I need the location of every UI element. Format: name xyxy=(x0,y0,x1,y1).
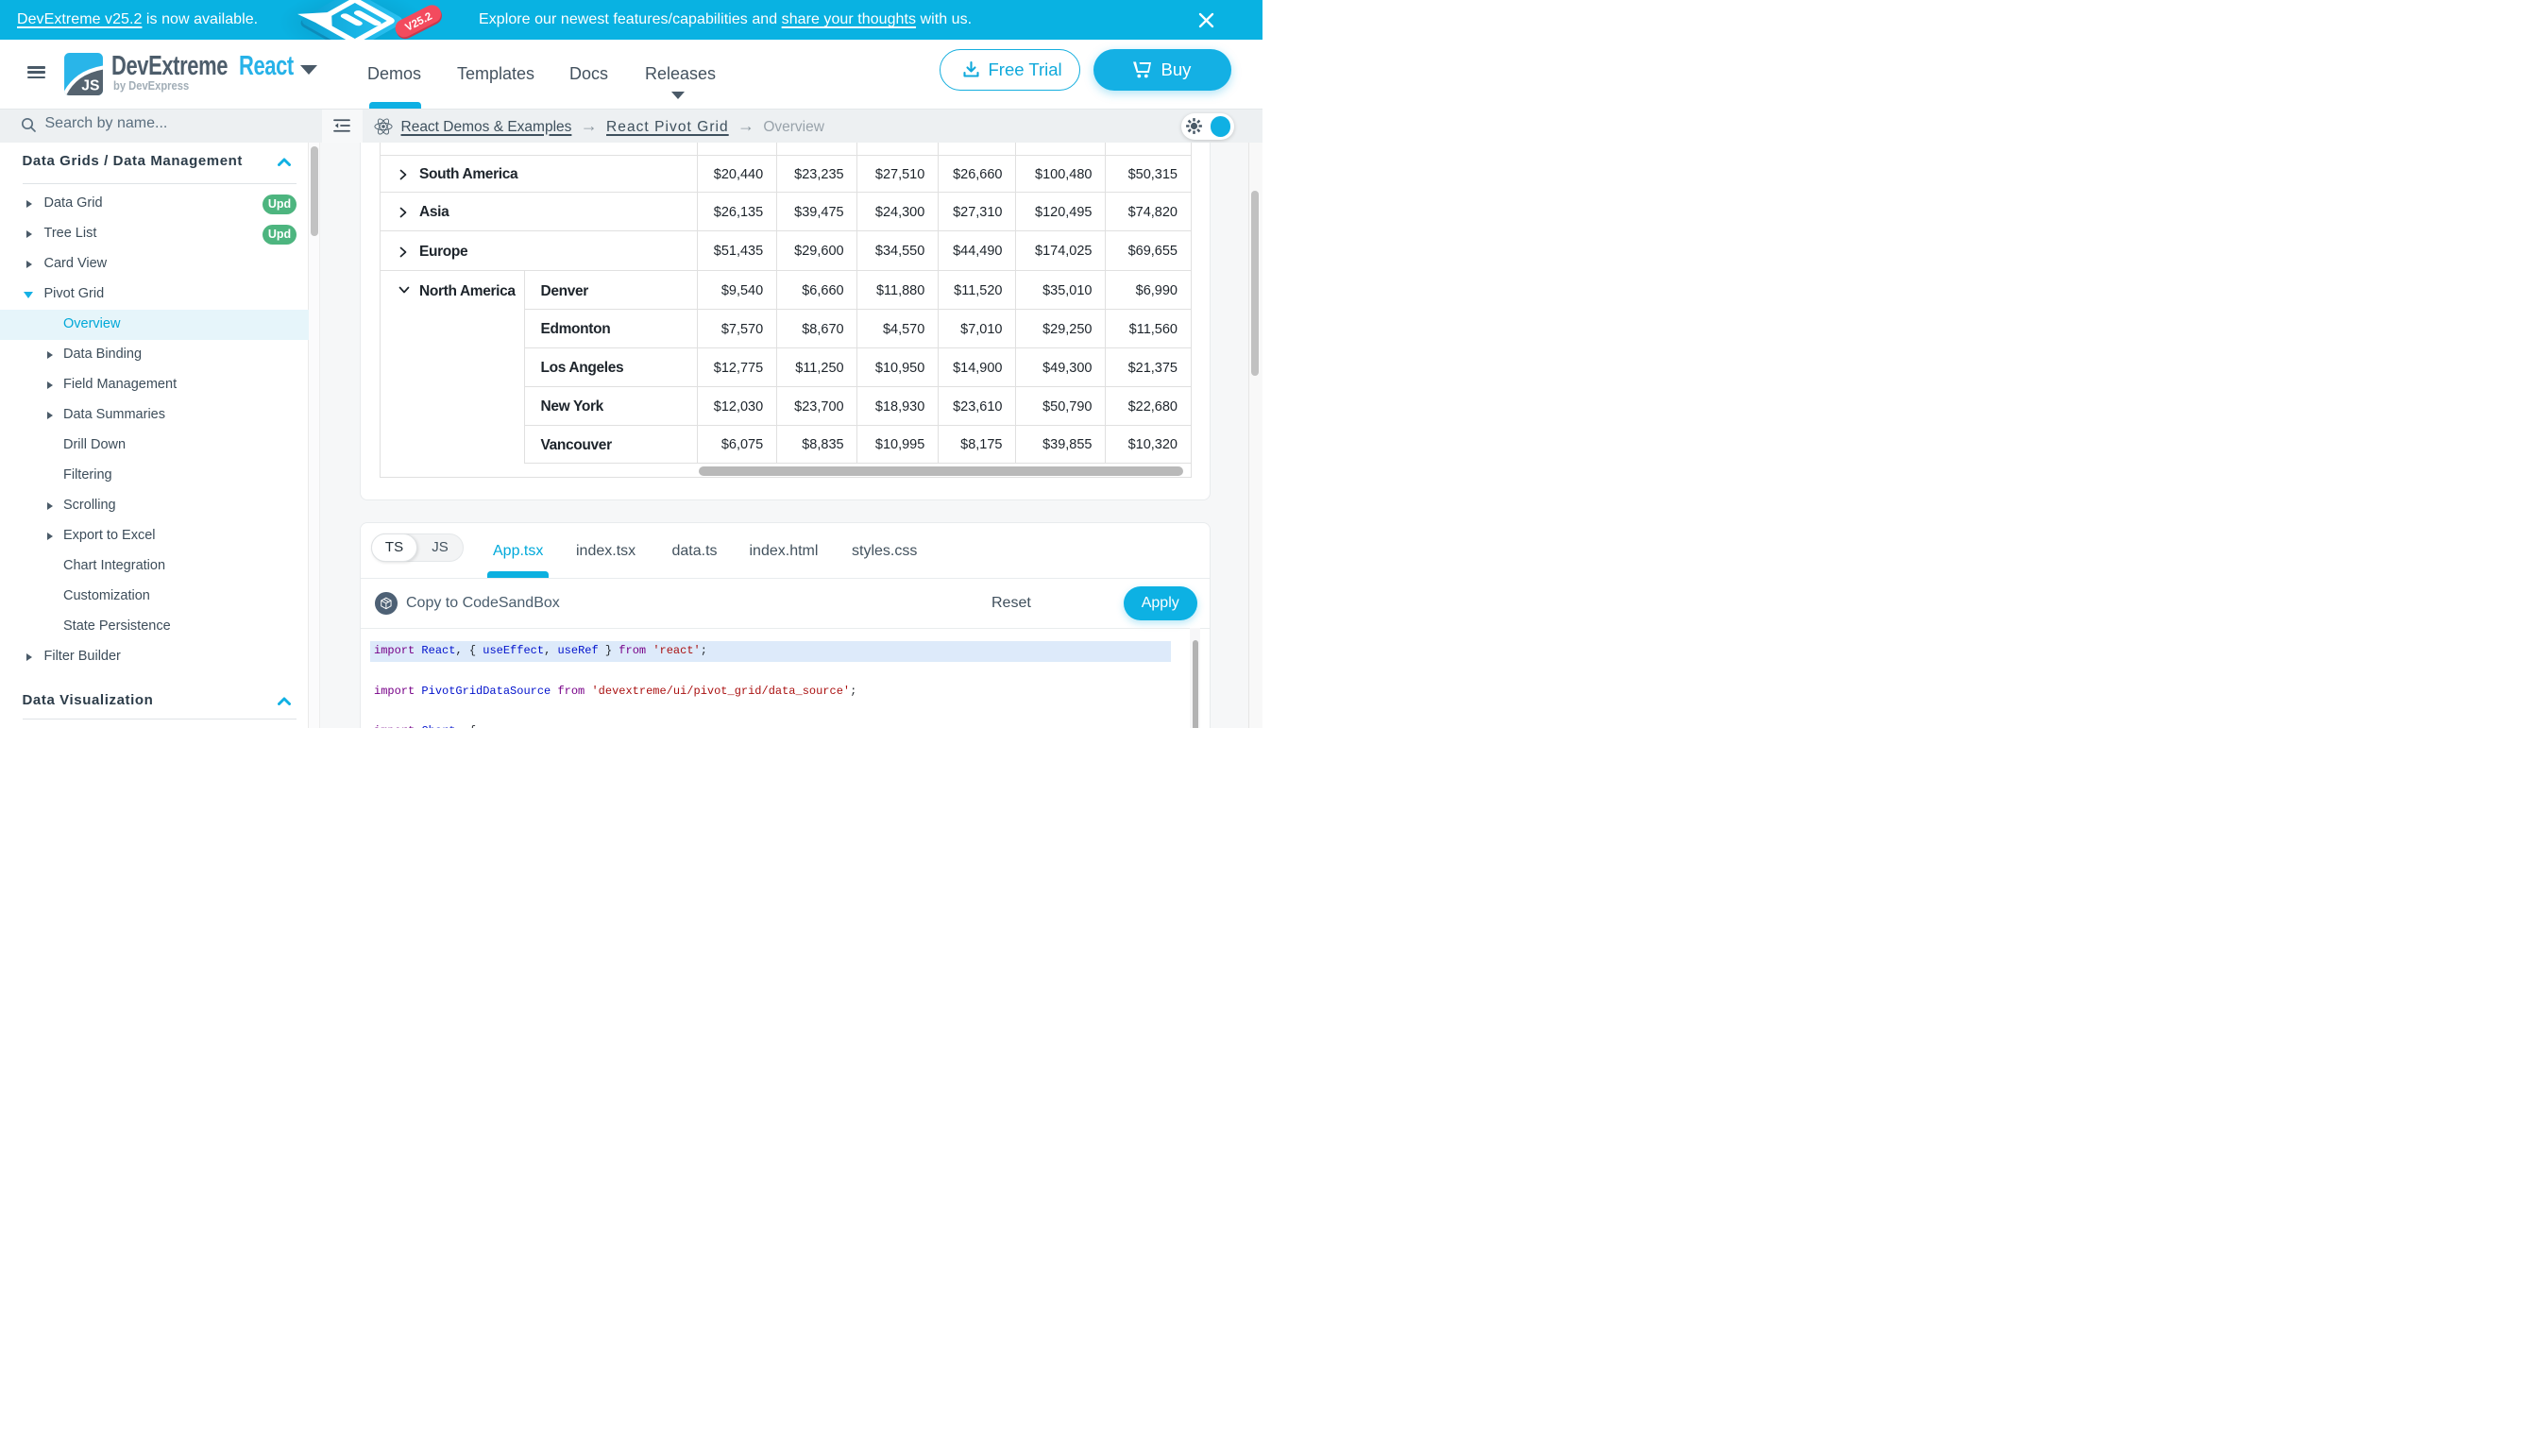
svg-text:JS: JS xyxy=(81,77,99,93)
